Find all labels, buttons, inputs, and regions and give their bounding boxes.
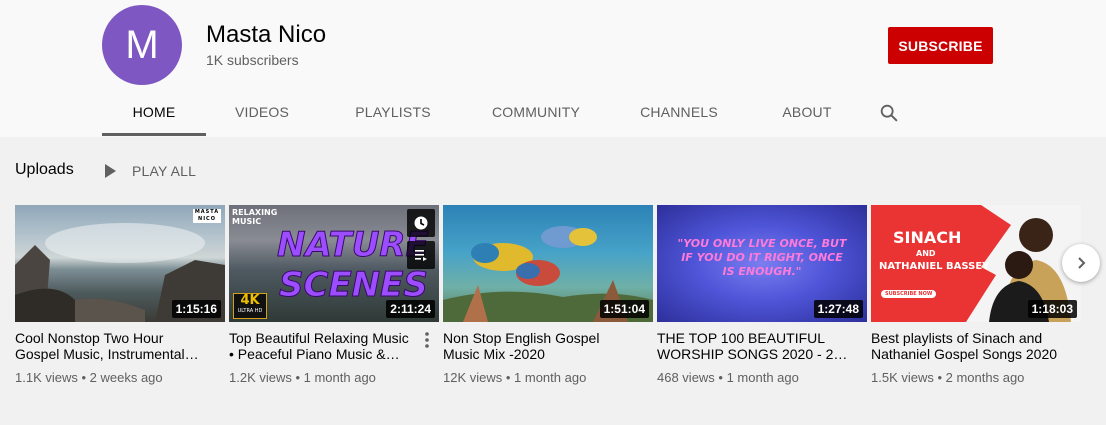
scroll-next-button[interactable] — [1062, 244, 1100, 282]
quote-line1: "YOU ONLY LIVE ONCE, BUT — [677, 237, 847, 250]
video-title-line2: Nathaniel Gospel Songs 2020 — [871, 346, 1058, 362]
video-title-line1: Cool Nonstop Two Hour — [15, 330, 164, 346]
channel-header: M Masta Nico 1K subscribers SUBSCRIBE HO… — [0, 0, 1106, 137]
video-duration: 2:11:24 — [386, 300, 435, 318]
video-card[interactable]: 1:51:04 Non Stop English Gospel Music Mi… — [443, 205, 653, 385]
subscribe-button[interactable]: SUBSCRIBE — [888, 27, 993, 64]
video-thumbnail[interactable]: "YOU ONLY LIVE ONCE, BUT IF YOU DO IT RI… — [657, 205, 867, 322]
channel-name: Masta Nico — [206, 21, 327, 48]
thumbnail-title-1: NATURE — [277, 225, 430, 265]
4k-badge: 4K ULTRA HD — [233, 293, 267, 319]
tab-community[interactable]: COMMUNITY — [472, 88, 600, 136]
video-title-line2: Music Mix -2020 — [443, 346, 545, 362]
video-meta: 12K views • 1 month ago — [443, 370, 587, 385]
video-card[interactable]: "YOU ONLY LIVE ONCE, BUT IF YOU DO IT RI… — [657, 205, 867, 385]
add-to-queue-button[interactable] — [407, 241, 435, 269]
play-all-label: PLAY ALL — [132, 163, 197, 179]
search-icon[interactable] — [878, 102, 900, 124]
tab-home[interactable]: HOME — [102, 88, 206, 136]
video-card[interactable]: RELAXING MUSIC NATURE SCENES 4K ULTRA HD… — [229, 205, 439, 385]
video-thumbnail[interactable]: MASTA NICO 1:15:16 — [15, 205, 225, 322]
channel-badge: MASTA NICO — [193, 209, 221, 223]
thumbnail-quote: "YOU ONLY LIVE ONCE, BUT IF YOU DO IT RI… — [657, 237, 867, 279]
uhd-label: ULTRA HD — [237, 308, 263, 314]
quote-line3: IS ENOUGH." — [722, 265, 802, 278]
4k-label: 4K — [240, 293, 260, 308]
watch-later-button[interactable] — [407, 209, 435, 237]
video-meta: 468 views • 1 month ago — [657, 370, 799, 385]
video-thumbnail[interactable]: SINACH AND NATHANIEL BASSEY SUBSCRIBE NO… — [871, 205, 1081, 322]
video-thumbnail[interactable]: 1:51:04 — [443, 205, 653, 322]
video-meta: 1.1K views • 2 weeks ago — [15, 370, 163, 385]
clock-icon — [414, 216, 428, 230]
chevron-right-icon — [1078, 257, 1086, 269]
thumbnail-caption: RELAXING MUSIC — [232, 208, 278, 226]
video-meta: 1.5K views • 2 months ago — [871, 370, 1025, 385]
video-title-line1: Non Stop English Gospel — [443, 330, 600, 346]
video-title-line2: • Peaceful Piano Music &… — [229, 346, 400, 362]
thumbnail-artist-2: NATHANIEL BASSEY — [879, 261, 990, 272]
video-meta: 1.2K views • 1 month ago — [229, 370, 376, 385]
thumbnail-subscribe-badge: SUBSCRIBE NOW — [881, 290, 937, 298]
video-title[interactable]: Top Beautiful Relaxing Music • Peaceful … — [229, 330, 439, 362]
video-title[interactable]: Non Stop English Gospel Music Mix -2020 — [443, 330, 653, 362]
play-icon — [105, 164, 116, 178]
thumbnail-title-2: SCENES — [279, 265, 429, 305]
thumbnail-artist-1: SINACH — [893, 228, 962, 247]
video-title-line1: Best playlists of Sinach and — [871, 330, 1043, 346]
video-title-line1: Top Beautiful Relaxing Music — [229, 330, 409, 346]
video-duration: 1:51:04 — [599, 300, 649, 318]
thumbnail-and: AND — [916, 249, 936, 258]
video-duration: 1:15:16 — [171, 300, 221, 318]
tab-channels[interactable]: CHANNELS — [622, 88, 736, 136]
video-title[interactable]: THE TOP 100 BEAUTIFUL WORSHIP SONGS 2020… — [657, 330, 867, 362]
video-title[interactable]: Best playlists of Sinach and Nathaniel G… — [871, 330, 1081, 362]
subscriber-count: 1K subscribers — [206, 52, 299, 68]
tab-playlists[interactable]: PLAYLISTS — [338, 88, 448, 136]
active-tab-indicator — [102, 133, 206, 136]
video-title-line2: WORSHIP SONGS 2020 - 2… — [657, 346, 848, 362]
quote-line2: IF YOU DO IT RIGHT, ONCE — [681, 251, 843, 264]
video-card[interactable]: MASTA NICO 1:15:16 Cool Nonstop Two Hour… — [15, 205, 225, 385]
section-title[interactable]: Uploads — [15, 161, 74, 179]
video-title-line2: Gospel Music, Instrumental… — [15, 346, 199, 362]
more-options-icon[interactable] — [424, 331, 430, 349]
queue-icon — [415, 250, 427, 261]
channel-avatar[interactable]: M — [102, 5, 182, 85]
video-thumbnail[interactable]: RELAXING MUSIC NATURE SCENES 4K ULTRA HD… — [229, 205, 439, 322]
video-title-line1: THE TOP 100 BEAUTIFUL — [657, 330, 826, 346]
tab-videos[interactable]: VIDEOS — [218, 88, 306, 136]
play-all-button[interactable]: PLAY ALL — [102, 160, 196, 182]
video-duration: 1:27:48 — [813, 300, 863, 318]
tab-about[interactable]: ABOUT — [760, 88, 854, 136]
video-title[interactable]: Cool Nonstop Two Hour Gospel Music, Inst… — [15, 330, 225, 362]
video-duration: 1:18:03 — [1027, 300, 1077, 318]
video-card[interactable]: SINACH AND NATHANIEL BASSEY SUBSCRIBE NO… — [871, 205, 1081, 385]
